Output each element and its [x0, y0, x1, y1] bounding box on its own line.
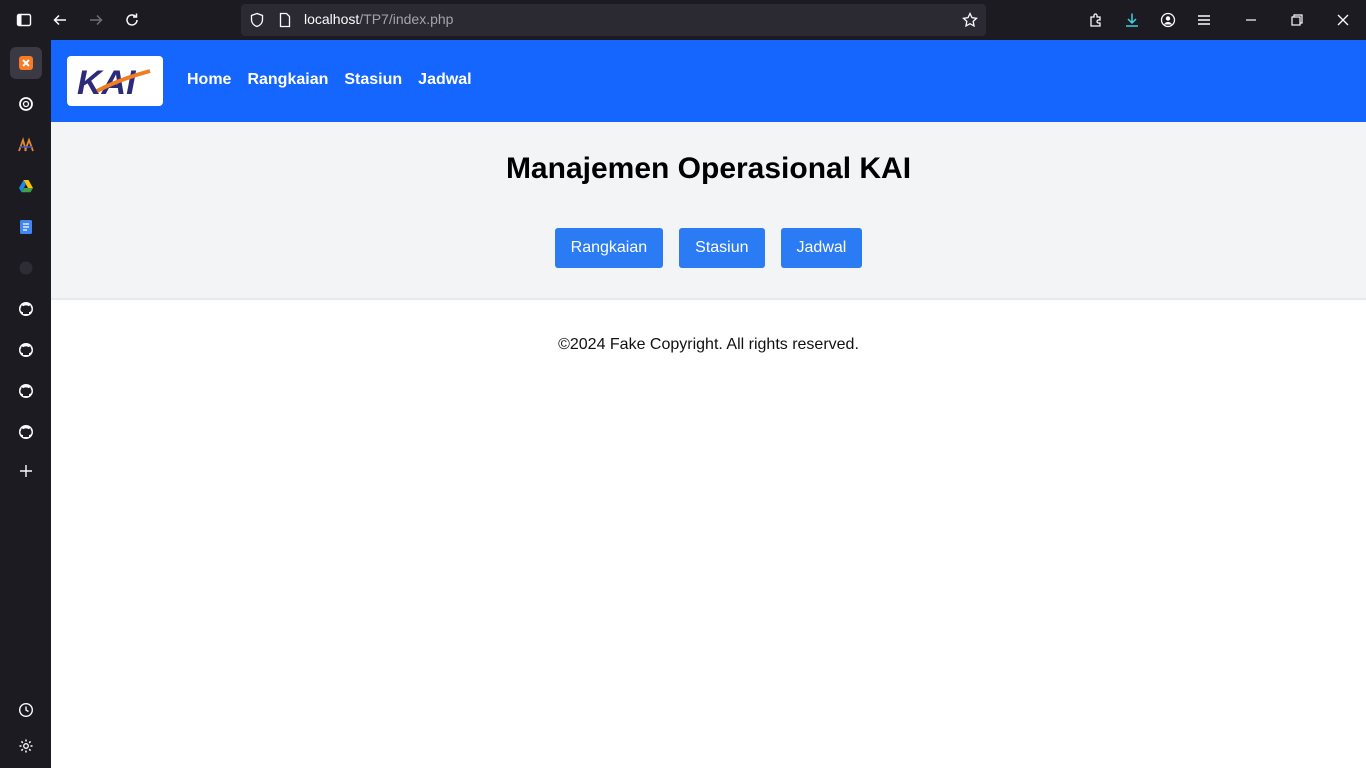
xampp-icon[interactable] [10, 47, 42, 79]
downloads-icon[interactable] [1120, 8, 1144, 32]
site-navbar: KAI Home Rangkaian Stasiun Jadwal [51, 40, 1366, 122]
stasiun-button[interactable]: Stasiun [679, 228, 765, 268]
web-page: KAI Home Rangkaian Stasiun Jadwal Manaje… [51, 40, 1366, 768]
nav-link-stasiun[interactable]: Stasiun [344, 71, 402, 89]
url-text[interactable]: localhost/TP7/index.php [304, 11, 453, 27]
svg-text:KAI: KAI [77, 64, 137, 101]
browser-sidebar [0, 40, 51, 768]
nav-link-jadwal[interactable]: Jadwal [418, 71, 471, 89]
gear-icon[interactable] [10, 730, 42, 762]
footer-copyright: ©2024 Fake Copyright. All rights reserve… [558, 336, 859, 353]
openai-icon[interactable] [10, 88, 42, 120]
account-icon[interactable] [1156, 8, 1180, 32]
github-icon[interactable] [10, 334, 42, 366]
kai-logo[interactable]: KAI [67, 56, 163, 106]
plus-icon[interactable] [10, 455, 42, 487]
forward-icon[interactable] [84, 8, 108, 32]
back-icon[interactable] [48, 8, 72, 32]
hero-section: Manajemen Operasional KAI Rangkaian Stas… [51, 122, 1366, 300]
kai-logo-icon: KAI [77, 64, 151, 101]
github-icon[interactable] [10, 375, 42, 407]
history-icon[interactable] [10, 694, 42, 726]
github-icon[interactable] [10, 416, 42, 448]
google-docs-icon[interactable] [10, 211, 42, 243]
nav-link-home[interactable]: Home [187, 71, 231, 89]
rangkaian-button[interactable]: Rangkaian [554, 228, 664, 268]
page-info-icon[interactable] [277, 12, 293, 28]
address-bar[interactable]: localhost/TP7/index.php [241, 4, 986, 36]
reload-icon[interactable] [120, 8, 144, 32]
minimize-icon[interactable] [1239, 8, 1263, 32]
menu-icon[interactable] [1192, 8, 1216, 32]
restore-icon[interactable] [1285, 8, 1309, 32]
browser-toolbar: localhost/TP7/index.php [0, 0, 1366, 40]
google-drive-icon[interactable] [10, 170, 42, 202]
url-path: /TP7/index.php [359, 11, 454, 27]
url-host: localhost [304, 11, 360, 27]
hero-buttons: Rangkaian Stasiun Jadwal [51, 228, 1366, 268]
jadwal-button[interactable]: Jadwal [780, 228, 863, 268]
github-faded-icon[interactable] [10, 252, 42, 284]
kai-icon[interactable] [10, 129, 42, 161]
nav-link-rangkaian[interactable]: Rangkaian [247, 71, 328, 89]
nav-links: Home Rangkaian Stasiun Jadwal [187, 71, 472, 89]
tracking-shield-icon[interactable] [249, 12, 265, 28]
bookmark-star-icon[interactable] [962, 12, 978, 28]
close-icon[interactable] [1331, 8, 1355, 32]
sidebar-toggle-icon[interactable] [12, 8, 36, 32]
github-icon[interactable] [10, 293, 42, 325]
page-title: Manajemen Operasional KAI [505, 152, 912, 185]
extensions-icon[interactable] [1084, 8, 1108, 32]
